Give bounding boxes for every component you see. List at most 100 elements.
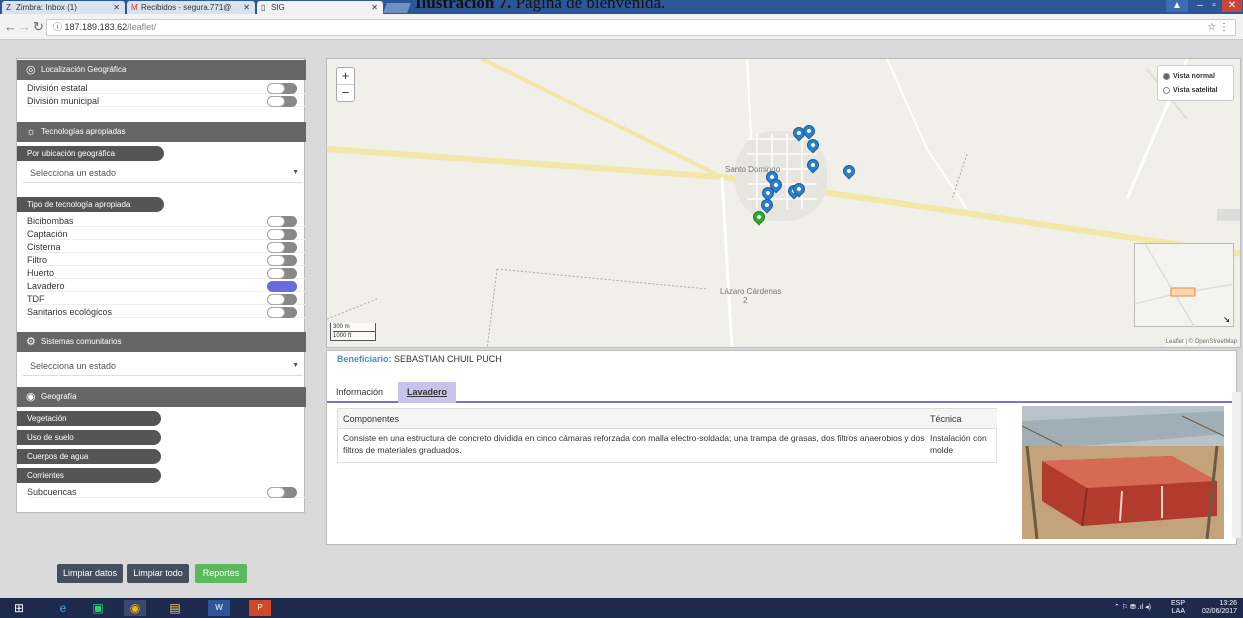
table-header-tecnica: Técnica bbox=[928, 409, 997, 429]
lavadero-photo bbox=[1022, 406, 1224, 539]
info-icon: ⓘ bbox=[53, 22, 63, 32]
user-icon[interactable]: ▲ bbox=[1166, 0, 1188, 12]
pill-corrientes[interactable]: Corrientes bbox=[17, 468, 161, 483]
page-icon: ▯ bbox=[261, 3, 266, 12]
lightbulb-icon: ☼ bbox=[26, 126, 37, 138]
detail-panel: Beneficiario: SEBASTIAN CHUIL PUCH Infor… bbox=[326, 350, 1237, 545]
table-header-componentes: Componentes bbox=[338, 409, 928, 429]
layer-selector: Vista normal Vista satelital bbox=[1157, 65, 1234, 101]
section-geografia[interactable]: ◉ Geografía bbox=[17, 387, 306, 407]
tab-informacion[interactable]: Información bbox=[327, 382, 392, 403]
tab-gmail[interactable]: M Recibidos - segura.771@ ✕ bbox=[127, 1, 255, 14]
limpiar-todo-button[interactable]: Limpiar todo bbox=[127, 564, 189, 583]
tab-sig[interactable]: ▯ SIG ✕ bbox=[257, 1, 383, 14]
map-scale: 300 m 1000 ft bbox=[330, 323, 376, 341]
toggle-switch[interactable] bbox=[267, 268, 297, 279]
zoom-control: + − bbox=[336, 67, 355, 102]
detail-tabs: Información Lavadero bbox=[327, 377, 1236, 403]
toggle-switch[interactable] bbox=[267, 242, 297, 253]
page-content: ◎ Localización Geográfica División estata… bbox=[0, 40, 1243, 598]
beneficiario: Beneficiario: SEBASTIAN CHUIL PUCH bbox=[337, 354, 502, 364]
toggle-row-huerto: Huerto bbox=[27, 267, 305, 279]
back-icon[interactable]: ← bbox=[4, 19, 17, 34]
section-localizacion[interactable]: ◎ Localización Geográfica bbox=[17, 60, 306, 80]
toggle-row-captacion: Captación bbox=[27, 228, 305, 240]
address-bar: ← → ↻ ⓘ 187.189.183.62/leaflet/☆ ⋮ bbox=[0, 14, 1243, 40]
zimbra-icon: Z bbox=[6, 3, 11, 12]
pill-uso-de-suelo[interactable]: Uso de suelo bbox=[17, 430, 161, 445]
place-label-number: 2 bbox=[743, 296, 748, 305]
powerpoint-icon[interactable]: P bbox=[249, 600, 271, 616]
table-cell-componentes: Consiste en una estructura de concreto d… bbox=[343, 433, 925, 455]
reload-icon[interactable]: ↻ bbox=[33, 19, 44, 35]
minimap[interactable]: ↘ bbox=[1134, 243, 1235, 328]
toggle-switch[interactable] bbox=[267, 229, 297, 240]
toggle-switch[interactable] bbox=[267, 487, 297, 498]
toggle-switch[interactable] bbox=[267, 83, 297, 94]
limpiar-datos-button[interactable]: Limpiar datos bbox=[57, 564, 123, 583]
close-icon[interactable]: ✕ bbox=[243, 1, 250, 14]
minimap-toggle-icon[interactable]: ↘ bbox=[1223, 315, 1230, 324]
toggle-switch[interactable] bbox=[267, 96, 297, 107]
close-icon[interactable]: ✕ bbox=[113, 1, 120, 14]
zoom-out-button[interactable]: − bbox=[337, 85, 354, 102]
toggle-row-filtro: Filtro bbox=[27, 254, 305, 266]
section-sistemas[interactable]: ⚙ Sistemas comunitarios bbox=[17, 332, 306, 352]
pill-por-ubicacion[interactable]: Por ubicación geográfica bbox=[17, 146, 164, 161]
chevron-down-icon: ▼ bbox=[292, 362, 299, 369]
toggle-row-sanitarios: Sanitarios ecológicos bbox=[27, 306, 305, 318]
map-attribution: Leaflet | © OpenStreetMap bbox=[1165, 339, 1237, 345]
close-window-button[interactable]: ✕ bbox=[1222, 0, 1242, 12]
components-table: Componentes Técnica Consiste en una estr… bbox=[337, 408, 997, 463]
radio-icon bbox=[1163, 72, 1170, 80]
close-icon[interactable]: ✕ bbox=[371, 1, 378, 14]
tab-zimbra[interactable]: Z Zimbra: Inbox (1) ✕ bbox=[2, 1, 125, 14]
maximize-button[interactable]: ▫ bbox=[1208, 0, 1220, 12]
pill-vegetacion[interactable]: Vegetación bbox=[17, 411, 161, 426]
section-tecnologias[interactable]: ☼ Tecnologías apropiadas bbox=[17, 122, 306, 142]
toggle-switch[interactable] bbox=[267, 281, 297, 292]
map-basemap bbox=[327, 59, 1240, 347]
chrome-icon[interactable]: ◉ bbox=[124, 600, 146, 616]
toggle-row-division-municipal: División municipal bbox=[27, 95, 305, 107]
gmail-icon: M bbox=[131, 3, 138, 12]
place-label-lazaro-cardenas: Lázaro Cárdenas bbox=[720, 287, 782, 296]
toggle-row-division-estatal: División estatal bbox=[27, 82, 305, 94]
pill-tipo-tecnologia[interactable]: Tipo de tecnología apropiada bbox=[17, 197, 164, 212]
minimize-button[interactable]: – bbox=[1190, 0, 1210, 12]
word-icon[interactable]: W bbox=[208, 600, 230, 616]
globe-icon: ◉ bbox=[26, 391, 36, 403]
reportes-button[interactable]: Reportes bbox=[195, 564, 247, 583]
file-explorer-icon[interactable]: ▤ bbox=[164, 600, 186, 616]
sistemas-estado-select[interactable]: Selecciona un estado ▼ bbox=[23, 356, 303, 376]
layer-option-satelital[interactable]: Vista satelital bbox=[1163, 84, 1228, 98]
radio-icon bbox=[1163, 86, 1170, 94]
crosshair-icon: ◎ bbox=[26, 64, 36, 76]
taskbar: ⊞ e ▣ ◉ ▤ W P ⌃ ⚐ ⛃ .ıl ◂) ESP LAA 13:26 0… bbox=[0, 598, 1243, 618]
windows-start-icon[interactable]: ⊞ bbox=[8, 600, 30, 616]
new-tab-button[interactable] bbox=[383, 3, 411, 13]
toggle-row-cisterna: Cisterna bbox=[27, 241, 305, 253]
zoom-in-button[interactable]: + bbox=[337, 68, 354, 85]
gears-icon: ⚙ bbox=[26, 336, 36, 348]
toggle-row-tdf: TDF bbox=[27, 293, 305, 305]
clock[interactable]: 13:26 02/06/2017 bbox=[1193, 600, 1237, 616]
figure-caption: Ilustración 7. Página de bienvenida. bbox=[415, 0, 666, 12]
toggle-switch[interactable] bbox=[267, 307, 297, 318]
language-indicator[interactable]: ESP LAA bbox=[1171, 600, 1185, 616]
store-icon[interactable]: ▣ bbox=[87, 600, 109, 616]
edge-icon[interactable]: e bbox=[52, 600, 74, 616]
forward-icon[interactable]: → bbox=[18, 19, 31, 34]
bookmark-star-icon[interactable]: ☆ ⋮ bbox=[1207, 20, 1229, 35]
detail-scrollbar[interactable] bbox=[1232, 392, 1241, 538]
toggle-switch[interactable] bbox=[267, 255, 297, 266]
tray-icons[interactable]: ⌃ ⚐ ⛃ .ıl ◂) bbox=[1114, 604, 1151, 612]
layer-option-normal[interactable]: Vista normal bbox=[1163, 70, 1228, 84]
pill-cuerpos-de-agua[interactable]: Cuerpos de agua bbox=[17, 449, 161, 464]
url-input[interactable]: ⓘ 187.189.183.62/leaflet/☆ ⋮ bbox=[46, 19, 1236, 36]
toggle-switch[interactable] bbox=[267, 216, 297, 227]
estado-select[interactable]: Selecciona un estado ▼ bbox=[23, 163, 303, 183]
map-view[interactable]: + − Vista normal Vista satelital Santo D… bbox=[326, 58, 1241, 348]
toggle-switch[interactable] bbox=[267, 294, 297, 305]
tab-lavadero[interactable]: Lavadero bbox=[398, 382, 457, 403]
